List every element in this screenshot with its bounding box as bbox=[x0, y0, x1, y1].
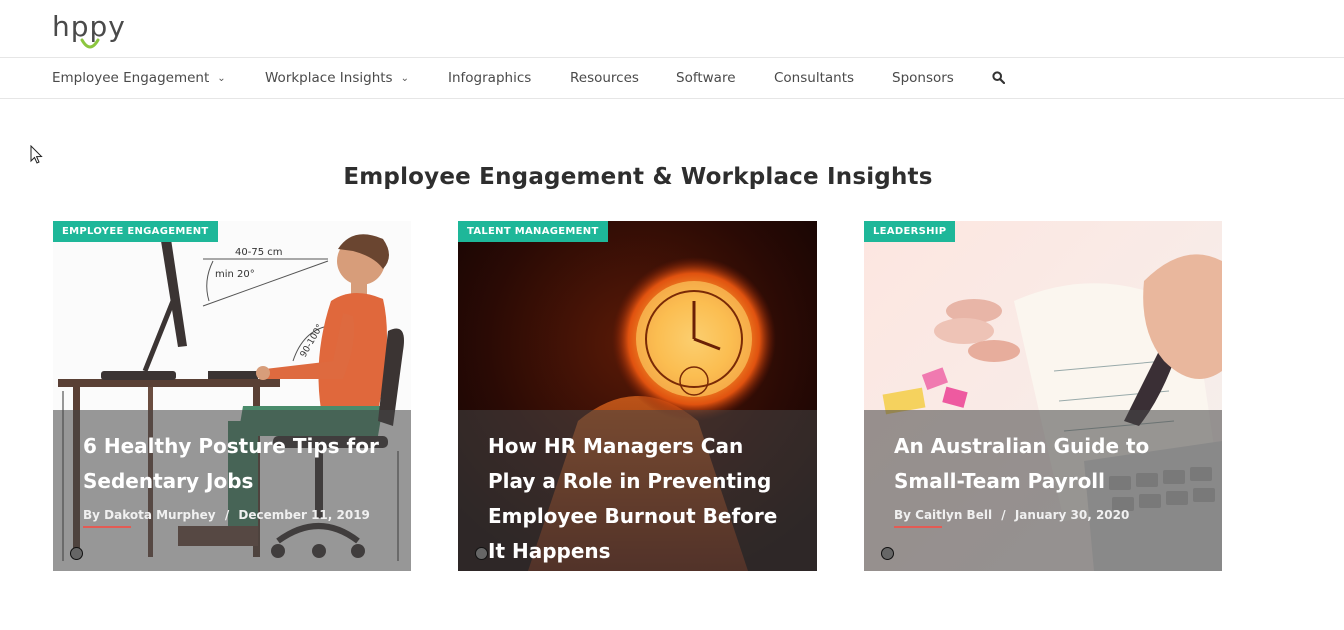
logo-smile-icon bbox=[80, 38, 100, 49]
article-title[interactable]: How HR Managers Can Play a Role in Preve… bbox=[488, 429, 793, 569]
site-logo[interactable]: hppy bbox=[52, 12, 132, 54]
article-card[interactable]: TALENT MANAGEMENT How HR Managers Can Pl… bbox=[458, 221, 817, 571]
article-card[interactable]: 40-75 cm min 20° 90-100° EMPLOYEE ENGAGE… bbox=[53, 221, 411, 571]
mouse-cursor-icon bbox=[30, 145, 43, 164]
card-indicator-dot[interactable] bbox=[881, 547, 894, 560]
nav-item-sponsors[interactable]: Sponsors bbox=[892, 70, 954, 86]
nav-item-software[interactable]: Software bbox=[676, 70, 736, 86]
author-underline bbox=[83, 526, 131, 528]
meta-separator: / bbox=[224, 508, 230, 522]
category-badge[interactable]: LEADERSHIP bbox=[864, 221, 956, 242]
section-title: Employee Engagement & Workplace Insights bbox=[343, 164, 933, 190]
category-badge[interactable]: EMPLOYEE ENGAGEMENT bbox=[53, 221, 218, 242]
angle-label: min 20° bbox=[215, 269, 255, 280]
main-nav: Employee Engagement ⌄ Workplace Insights ⌄… bbox=[0, 57, 1344, 99]
article-card[interactable]: LEADERSHIP An Australian Guide to Small-… bbox=[864, 221, 1222, 571]
search-icon[interactable] bbox=[992, 71, 1005, 84]
article-date: January 30, 2020 bbox=[1014, 508, 1130, 522]
author-link[interactable]: By Dakota Murphey bbox=[83, 508, 216, 522]
nav-item-infographics[interactable]: Infographics bbox=[448, 70, 531, 86]
article-meta: By Dakota Murphey / December 11, 2019 bbox=[83, 508, 370, 522]
nav-item-resources[interactable]: Resources bbox=[570, 70, 639, 86]
article-date: December 11, 2019 bbox=[238, 508, 370, 522]
card-indicator-dot[interactable] bbox=[475, 547, 488, 560]
card-indicator-dot[interactable] bbox=[70, 547, 83, 560]
article-meta: By Caitlyn Bell / January 30, 2020 bbox=[894, 508, 1129, 522]
nav-item-employee-engagement[interactable]: Employee Engagement ⌄ bbox=[52, 70, 226, 86]
author-link[interactable]: By Caitlyn Bell bbox=[894, 508, 992, 522]
meta-separator: / bbox=[1001, 508, 1006, 522]
category-badge[interactable]: TALENT MANAGEMENT bbox=[458, 221, 608, 242]
nav-item-workplace-insights[interactable]: Workplace Insights ⌄ bbox=[265, 70, 409, 86]
distance-label: 40-75 cm bbox=[235, 247, 282, 258]
article-title[interactable]: 6 Healthy Posture Tips for Sedentary Job… bbox=[83, 429, 383, 499]
chevron-down-icon: ⌄ bbox=[400, 73, 409, 84]
article-title[interactable]: An Australian Guide to Small-Team Payrol… bbox=[894, 429, 1184, 499]
author-underline bbox=[894, 526, 942, 528]
chevron-down-icon: ⌄ bbox=[217, 73, 226, 84]
nav-item-consultants[interactable]: Consultants bbox=[774, 70, 854, 86]
